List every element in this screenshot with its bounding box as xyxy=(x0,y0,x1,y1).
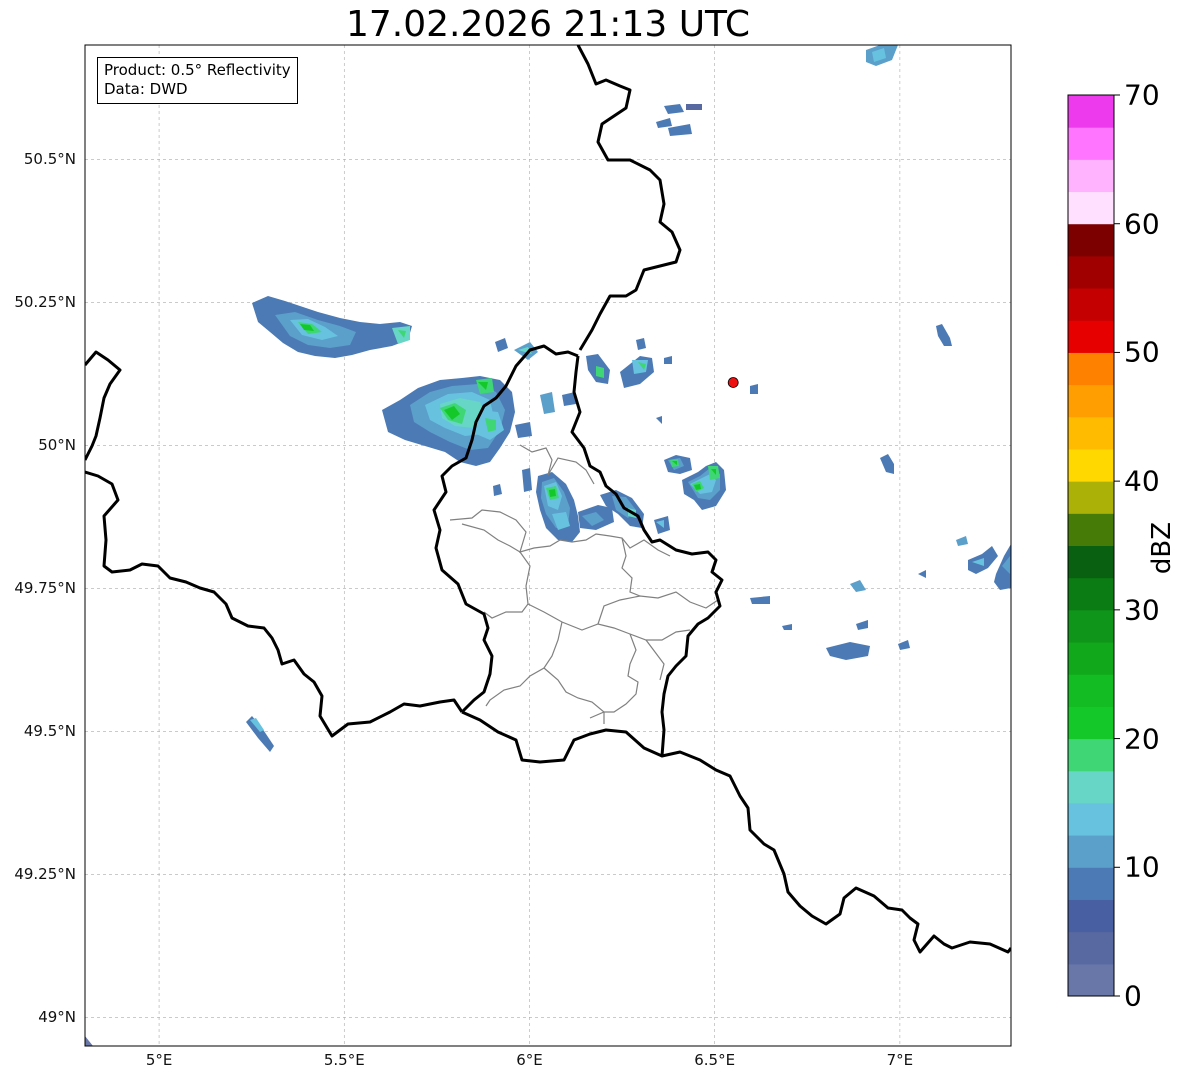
product-info-box: Product: 0.5° Reflectivity Data: DWD xyxy=(97,57,298,104)
colorbar-band xyxy=(1068,802,1114,836)
colorbar-band xyxy=(1068,288,1114,321)
colorbar-band xyxy=(1068,352,1114,386)
colorbar-band xyxy=(1068,577,1114,611)
lat-tick-label: 50.25°N xyxy=(14,293,76,312)
colorbar-band xyxy=(1068,513,1114,546)
colorbar-tick-label: 50 xyxy=(1124,335,1160,369)
colorbar-band xyxy=(1068,384,1114,418)
colorbar-tick-label: 10 xyxy=(1124,850,1160,884)
lat-tick-label: 49.75°N xyxy=(14,579,76,598)
product-label: Product: 0.5° Reflectivity xyxy=(104,61,291,79)
colorbar-tick-label: 20 xyxy=(1124,722,1160,756)
colorbar-band xyxy=(1068,481,1114,514)
colorbar-ticks xyxy=(1114,94,1120,997)
lat-tick-label: 49.5°N xyxy=(23,722,76,741)
colorbar-band xyxy=(1068,770,1114,804)
colorbar-band xyxy=(1068,127,1114,160)
colorbar-band xyxy=(1068,706,1114,740)
colorbar-band xyxy=(1068,416,1114,450)
lat-tick-label: 49°N xyxy=(38,1008,76,1027)
lat-tick-label: 50°N xyxy=(38,436,76,455)
colorbar-band xyxy=(1068,159,1114,193)
colorbar-band xyxy=(1068,191,1114,225)
lat-tick-label: 50.5°N xyxy=(23,150,76,169)
colorbar-band xyxy=(1068,545,1114,579)
colorbar-tick-label: 30 xyxy=(1124,593,1160,627)
colorbar-band xyxy=(1068,931,1114,965)
lon-tick-label: 7°E xyxy=(886,1051,914,1069)
colorbar-band xyxy=(1068,867,1114,900)
colorbar-band xyxy=(1068,899,1114,933)
lon-tick-label: 6.5°E xyxy=(694,1051,736,1069)
colorbar-band xyxy=(1068,448,1114,482)
radar-map xyxy=(84,44,1120,1047)
colorbar-band xyxy=(1068,223,1114,257)
colorbar-band xyxy=(1068,738,1114,772)
colorbar-band xyxy=(1068,609,1114,643)
radar-site-dot xyxy=(727,377,739,388)
colorbar-band xyxy=(1068,674,1114,707)
lon-tick-label: 5.5°E xyxy=(323,1051,365,1069)
colorbar-tick-label: 0 xyxy=(1124,979,1142,1013)
colorbar-band xyxy=(1068,963,1114,997)
colorbar-band xyxy=(1068,642,1114,675)
colorbar xyxy=(1068,95,1114,997)
colorbar-tick-label: 40 xyxy=(1124,464,1160,498)
colorbar-tick-label: 60 xyxy=(1124,207,1160,241)
data-source-label: Data: DWD xyxy=(104,80,188,98)
radar-site-marker xyxy=(727,377,739,388)
colorbar-unit-label: dBZ xyxy=(1147,521,1177,575)
colorbar-band xyxy=(1068,320,1114,353)
colorbar-band xyxy=(1068,95,1114,128)
lon-tick-label: 5°E xyxy=(145,1051,173,1069)
lon-tick-label: 6°E xyxy=(516,1051,543,1069)
colorbar-band xyxy=(1068,835,1114,868)
lat-tick-label: 49.25°N xyxy=(14,865,76,884)
colorbar-tick-label: 70 xyxy=(1124,78,1160,112)
colorbar-band xyxy=(1068,255,1114,289)
